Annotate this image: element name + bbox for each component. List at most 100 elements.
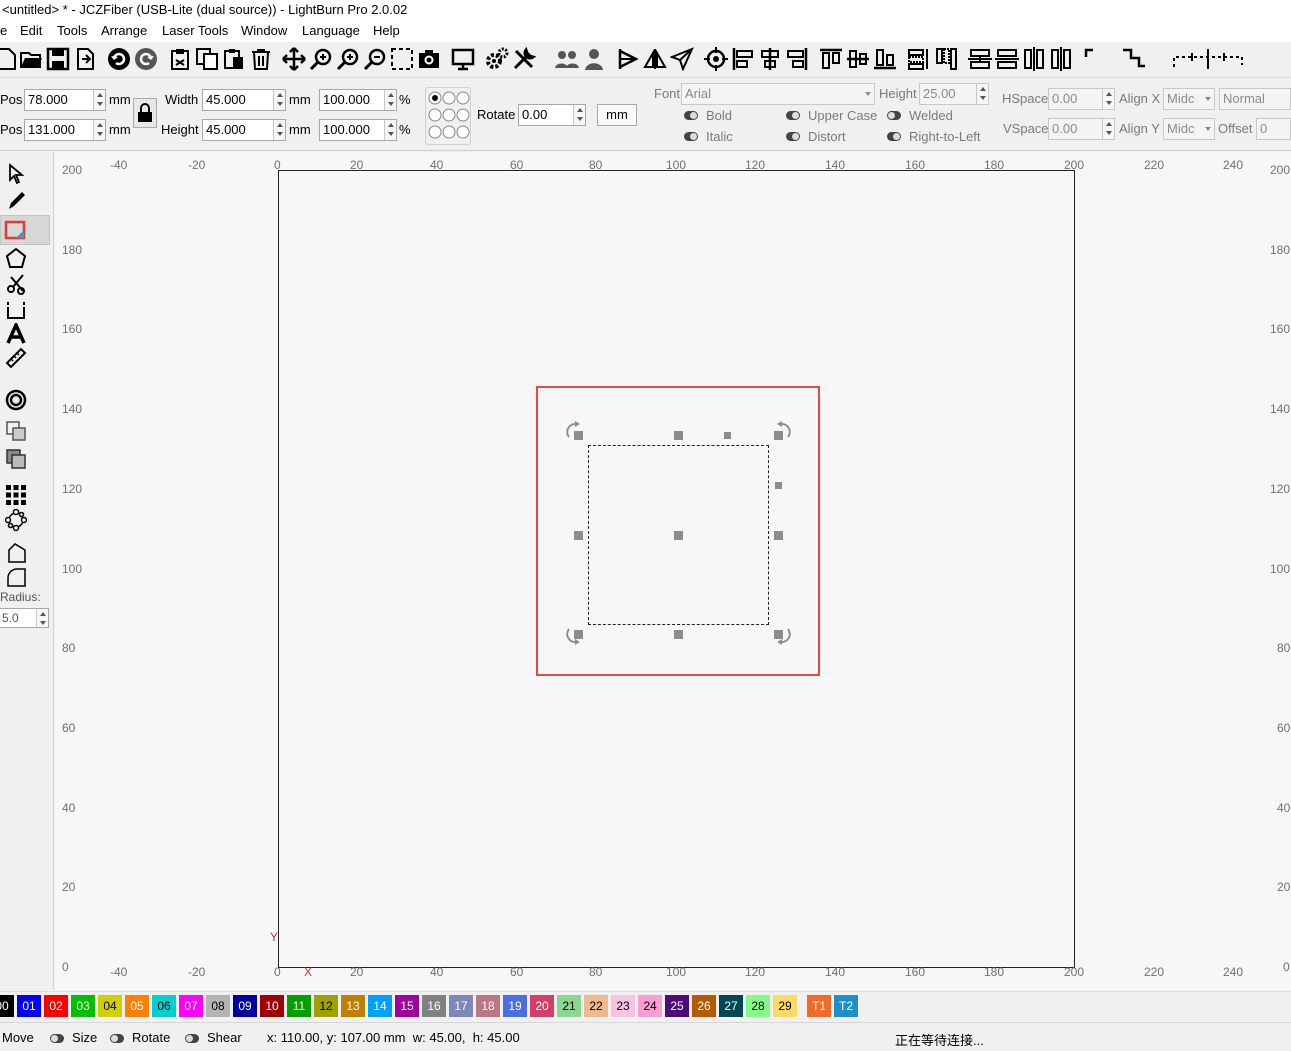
hspace-input[interactable]: 0.00	[1048, 88, 1115, 110]
welded-toggle[interactable]	[887, 111, 901, 120]
align-y-select[interactable]: Midc	[1163, 118, 1215, 140]
redo-icon[interactable]	[133, 46, 159, 72]
zoom-in-icon[interactable]	[335, 46, 361, 72]
font-select[interactable]: Arial	[681, 83, 875, 105]
align-left-icon[interactable]	[730, 46, 756, 72]
color-swatch[interactable]: 26	[692, 995, 716, 1017]
menu-laser-tools[interactable]: Laser Tools	[162, 23, 228, 38]
color-swatch[interactable]: 22	[584, 995, 608, 1017]
handle-center[interactable]	[674, 531, 683, 540]
rtl-toggle[interactable]	[887, 132, 901, 141]
align-bottom-icon[interactable]	[872, 46, 898, 72]
menu-language[interactable]: Language	[302, 23, 360, 38]
color-swatch[interactable]: 00	[0, 995, 14, 1017]
move-icon[interactable]	[281, 46, 307, 72]
undo-icon[interactable]	[106, 46, 132, 72]
rotate-input[interactable]: 0.00	[518, 104, 586, 126]
space-v-icon[interactable]	[994, 46, 1020, 72]
color-swatch[interactable]: 05	[125, 995, 149, 1017]
copy-layer-icon[interactable]	[3, 419, 29, 443]
unit-toggle-button[interactable]: mm	[597, 104, 637, 126]
lock-ratio-button[interactable]	[133, 98, 157, 128]
italic-toggle[interactable]	[684, 132, 698, 141]
text-icon[interactable]	[3, 322, 29, 346]
group-icon[interactable]	[554, 46, 580, 72]
shape-edit-icon[interactable]	[3, 541, 29, 565]
color-swatch[interactable]: 16	[422, 995, 446, 1017]
save-file-icon[interactable]	[45, 46, 71, 72]
color-swatch[interactable]: 29	[773, 995, 797, 1017]
rotate-top-right-icon[interactable]	[773, 420, 793, 440]
zoom-in-out-icon[interactable]	[308, 46, 334, 72]
distribute-h-icon[interactable]	[906, 46, 932, 72]
color-swatch[interactable]: 01	[17, 995, 41, 1017]
distort-toggle[interactable]	[786, 132, 800, 141]
corner-top-left-icon[interactable]	[1082, 46, 1108, 72]
shear-toggle[interactable]	[185, 1034, 199, 1043]
color-swatch[interactable]: 07	[179, 995, 203, 1017]
handle-skew-right[interactable]	[775, 482, 782, 489]
ypos-input[interactable]: 131.000	[24, 119, 106, 141]
scale-width-input[interactable]: 100.000	[319, 89, 397, 111]
handle-top[interactable]	[674, 431, 683, 440]
ruler-icon[interactable]	[3, 346, 29, 370]
zoom-frame-icon[interactable]	[389, 46, 415, 72]
node-edit-icon[interactable]	[3, 272, 29, 296]
rectangle-icon[interactable]	[0, 215, 50, 245]
dotted-measure-icon[interactable]	[1172, 46, 1244, 72]
height-input[interactable]: 45.000	[202, 119, 286, 141]
monitor-icon[interactable]	[450, 46, 476, 72]
distribute-v-icon[interactable]	[933, 46, 959, 72]
align-x-select[interactable]: Midc	[1163, 88, 1215, 110]
color-swatch[interactable]: 28	[746, 995, 770, 1017]
color-swatch[interactable]: 10	[260, 995, 284, 1017]
rotate-bottom-right-icon[interactable]	[773, 626, 793, 646]
color-swatch[interactable]: 12	[314, 995, 338, 1017]
open-file-icon[interactable]	[18, 46, 44, 72]
align-right-icon[interactable]	[784, 46, 810, 72]
delete-icon[interactable]	[248, 46, 274, 72]
color-swatch[interactable]: 09	[233, 995, 257, 1017]
color-swatch[interactable]: 06	[152, 995, 176, 1017]
color-swatch[interactable]: 04	[98, 995, 122, 1017]
clipboard-cut-icon[interactable]	[167, 46, 193, 72]
color-swatch[interactable]: 08	[206, 995, 230, 1017]
design-canvas[interactable]: 200 180 160 140 120 100 80 60 40 20 0 20…	[55, 152, 1291, 990]
color-swatch[interactable]: 24	[638, 995, 662, 1017]
space-h2-icon[interactable]	[1021, 46, 1047, 72]
tools-icon[interactable]	[511, 46, 537, 72]
width-input[interactable]: 45.000	[202, 89, 286, 111]
color-swatch[interactable]: 14	[368, 995, 392, 1017]
grid-array-icon[interactable]	[3, 483, 29, 507]
settings-icon[interactable]	[484, 46, 510, 72]
color-swatch[interactable]: 13	[341, 995, 365, 1017]
mirror-vertical-icon[interactable]	[642, 46, 668, 72]
handle-left[interactable]	[574, 531, 583, 540]
rotate-bottom-left-icon[interactable]	[564, 626, 584, 646]
color-swatch[interactable]: 20	[530, 995, 554, 1017]
polygon-icon[interactable]	[3, 246, 29, 270]
xpos-input[interactable]: 78.000	[24, 89, 106, 111]
boolean-icon[interactable]	[3, 447, 29, 471]
target-icon[interactable]	[703, 46, 729, 72]
menu-file[interactable]: e	[0, 23, 7, 38]
color-swatch[interactable]: 17	[449, 995, 473, 1017]
color-swatch[interactable]: 21	[557, 995, 581, 1017]
frame-icon[interactable]	[3, 298, 29, 322]
handle-skew-top[interactable]	[724, 432, 731, 439]
space-v2-icon[interactable]	[1048, 46, 1074, 72]
offset-icon[interactable]	[3, 388, 29, 412]
bold-toggle[interactable]	[684, 111, 698, 120]
import-file-icon[interactable]	[72, 46, 98, 72]
scale-height-input[interactable]: 100.000	[319, 119, 397, 141]
paste-icon[interactable]	[221, 46, 247, 72]
color-swatch[interactable]: 11	[287, 995, 311, 1017]
color-swatch[interactable]: 19	[503, 995, 527, 1017]
upper-case-toggle[interactable]	[786, 111, 800, 120]
mirror-horizontal-icon[interactable]	[615, 46, 641, 72]
copy-icon[interactable]	[194, 46, 220, 72]
menu-help[interactable]: Help	[373, 23, 400, 38]
menu-edit[interactable]: Edit	[20, 23, 42, 38]
menu-arrange[interactable]: Arrange	[101, 23, 147, 38]
rotate-toggle[interactable]	[110, 1034, 124, 1043]
